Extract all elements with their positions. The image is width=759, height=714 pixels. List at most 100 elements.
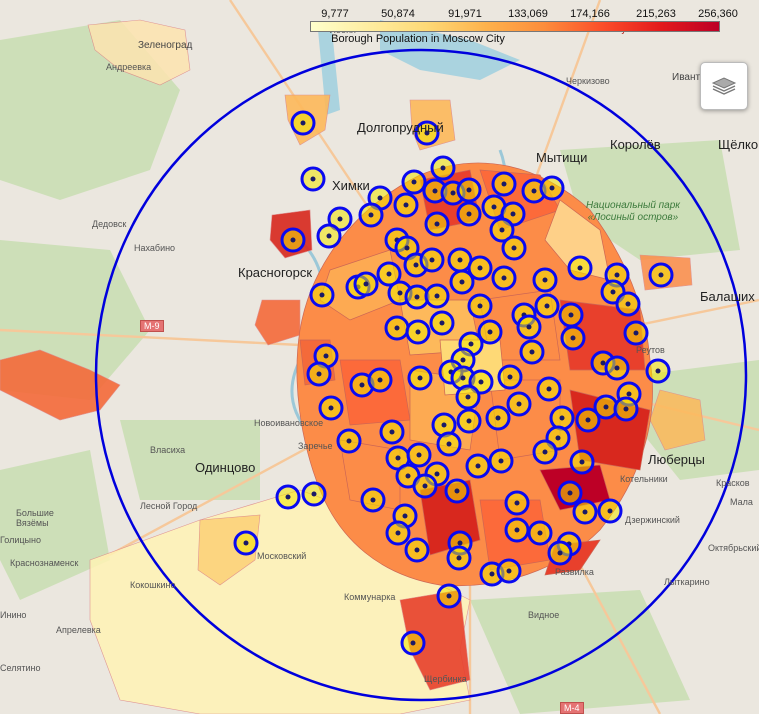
station-marker[interactable] [400, 630, 426, 656]
place-label-malakhovka: Мала [730, 497, 753, 507]
station-marker[interactable] [504, 490, 530, 516]
layers-icon [711, 77, 737, 95]
station-marker[interactable] [436, 583, 462, 609]
station-marker[interactable] [318, 395, 344, 421]
station-marker[interactable] [404, 537, 430, 563]
station-marker[interactable] [336, 428, 362, 454]
station-marker[interactable] [467, 293, 493, 319]
map-canvas[interactable]: Зеленоград Андреевка Долгопрудный Химки … [0, 0, 759, 714]
station-marker[interactable] [406, 442, 432, 468]
station-marker[interactable] [353, 271, 379, 297]
station-marker[interactable] [301, 481, 327, 507]
place-label-dolgoprudny: Долгопрудный [357, 120, 444, 135]
station-marker[interactable] [501, 235, 527, 261]
station-marker[interactable] [401, 169, 427, 195]
layers-control-button[interactable] [700, 62, 748, 110]
station-marker[interactable] [233, 530, 259, 556]
station-marker[interactable] [569, 449, 595, 475]
station-marker[interactable] [436, 431, 462, 457]
place-label-moskovsky: Московский [257, 551, 307, 561]
station-marker[interactable] [488, 448, 514, 474]
station-marker[interactable] [367, 367, 393, 393]
station-marker[interactable] [572, 499, 598, 525]
station-marker[interactable] [412, 473, 438, 499]
place-label-novoivankovo: Новоивановское [254, 418, 324, 428]
station-marker[interactable] [465, 453, 491, 479]
station-marker[interactable] [597, 498, 623, 524]
station-marker[interactable] [491, 265, 517, 291]
place-label-korolev: Королёв [610, 137, 661, 152]
station-marker[interactable] [405, 319, 431, 345]
station-marker[interactable] [532, 267, 558, 293]
station-marker[interactable] [645, 358, 671, 384]
legend-tick: 50,874 [381, 8, 415, 20]
station-marker[interactable] [456, 408, 482, 434]
station-marker[interactable] [623, 320, 649, 346]
station-marker[interactable] [496, 558, 522, 584]
place-label-cherkizovo: Черкизово [566, 76, 610, 86]
place-label-kraskovo: Красков [716, 478, 750, 488]
place-label-andreevka: Андреевка [106, 62, 152, 72]
place-label-dedovsk: Дедовск [92, 219, 127, 229]
station-marker[interactable] [385, 520, 411, 546]
station-marker[interactable] [424, 211, 450, 237]
station-marker[interactable] [485, 405, 511, 431]
station-marker[interactable] [444, 478, 470, 504]
legend-tick: 9,777 [321, 8, 349, 20]
station-marker[interactable] [316, 223, 342, 249]
station-marker[interactable] [534, 293, 560, 319]
station-marker[interactable] [379, 419, 405, 445]
station-marker[interactable] [532, 439, 558, 465]
station-marker[interactable] [615, 291, 641, 317]
station-marker[interactable] [516, 314, 542, 340]
station-marker[interactable] [557, 480, 583, 506]
station-marker[interactable] [456, 201, 482, 227]
station-marker[interactable] [613, 396, 639, 422]
station-marker[interactable] [456, 177, 482, 203]
station-marker[interactable] [384, 315, 410, 341]
station-marker[interactable] [547, 540, 573, 566]
station-marker[interactable] [306, 361, 332, 387]
place-label-bolshie-vyazemy: Большие Вязёмы [16, 508, 54, 528]
station-marker[interactable] [419, 247, 445, 273]
legend-tick: 91,971 [448, 8, 482, 20]
station-marker[interactable] [497, 364, 523, 390]
station-marker[interactable] [360, 487, 386, 513]
place-label-balashikha: Балаших [700, 289, 755, 304]
station-marker[interactable] [407, 365, 433, 391]
station-marker[interactable] [446, 545, 472, 571]
station-marker[interactable] [539, 175, 565, 201]
station-marker[interactable] [424, 283, 450, 309]
station-marker[interactable] [491, 171, 517, 197]
station-marker[interactable] [449, 269, 475, 295]
station-marker[interactable] [393, 192, 419, 218]
station-marker[interactable] [300, 166, 326, 192]
legend-ticks: 9,777 50,874 91,971 133,069 174,166 215,… [310, 8, 738, 22]
station-marker[interactable] [648, 262, 674, 288]
station-marker[interactable] [567, 255, 593, 281]
station-marker[interactable] [504, 517, 530, 543]
station-marker[interactable] [519, 339, 545, 365]
station-marker[interactable] [558, 302, 584, 328]
station-marker[interactable] [560, 325, 586, 351]
station-marker[interactable] [429, 310, 455, 336]
station-marker[interactable] [358, 202, 384, 228]
place-label-odintsovo: Одинцово [195, 460, 256, 475]
station-marker[interactable] [290, 110, 316, 136]
place-label-zarechye: Заречье [298, 441, 333, 451]
station-marker[interactable] [430, 155, 456, 181]
station-marker[interactable] [536, 376, 562, 402]
station-marker[interactable] [527, 520, 553, 546]
station-marker[interactable] [506, 391, 532, 417]
station-marker[interactable] [604, 355, 630, 381]
legend-tick: 133,069 [508, 8, 548, 20]
station-marker[interactable] [280, 227, 306, 253]
place-label-inino: Инино [0, 610, 27, 620]
station-marker[interactable] [455, 384, 481, 410]
station-marker[interactable] [575, 407, 601, 433]
station-marker[interactable] [549, 405, 575, 431]
station-marker[interactable] [309, 282, 335, 308]
place-label-kotelniki: Котельники [620, 474, 668, 484]
station-marker[interactable] [275, 484, 301, 510]
map-layer[interactable] [0, 0, 759, 714]
